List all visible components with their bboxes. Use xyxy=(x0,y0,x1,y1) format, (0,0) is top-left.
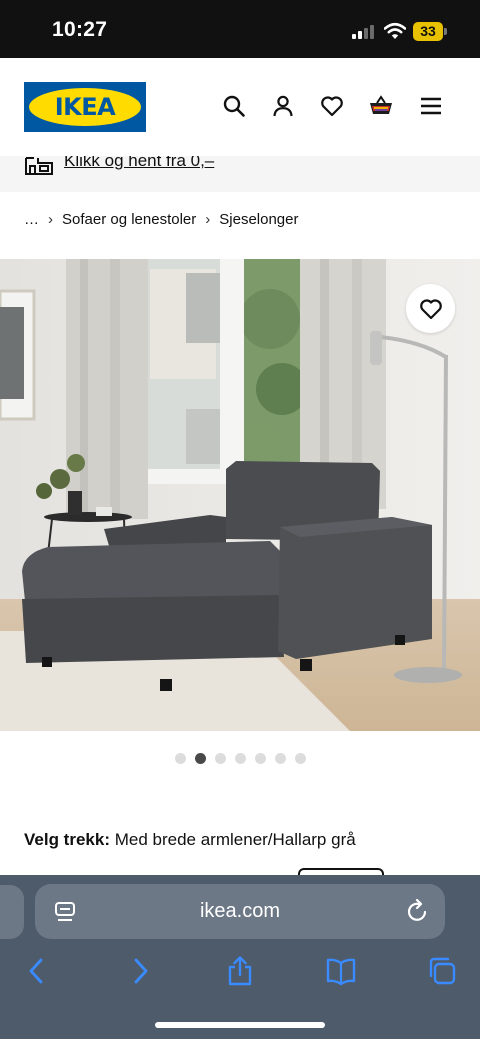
select-cover: Velg trekk: Med brede armlener/Hallarp g… xyxy=(24,830,356,850)
battery-icon: 33 xyxy=(413,22,447,41)
bookmarks-icon[interactable] xyxy=(326,956,356,986)
account-icon[interactable] xyxy=(271,94,295,118)
breadcrumb-ellipsis[interactable]: … xyxy=(24,211,39,228)
share-icon[interactable] xyxy=(225,956,255,986)
back-icon[interactable] xyxy=(22,956,52,986)
url-text[interactable]: ikea.com xyxy=(35,900,445,923)
add-to-favorites-button[interactable] xyxy=(406,284,455,333)
breadcrumb-separator-icon: › xyxy=(48,210,53,228)
address-bar[interactable]: ikea.com xyxy=(35,884,445,939)
cover-value: Med brede armlener/Hallarp grå xyxy=(114,830,356,849)
click-collect-banner[interactable]: Klikk og hent fra 0,– xyxy=(0,156,480,192)
carousel-dot[interactable] xyxy=(215,753,226,764)
carousel-dot[interactable] xyxy=(275,753,286,764)
product-image[interactable] xyxy=(0,259,480,731)
battery-percentage: 33 xyxy=(420,23,436,39)
chaise-longue-photo xyxy=(0,259,480,731)
carousel-dot[interactable] xyxy=(195,753,206,764)
site-header: IKEA xyxy=(0,58,480,156)
favorites-icon[interactable] xyxy=(320,94,344,118)
heart-icon xyxy=(420,299,442,320)
status-bar: 10:27 33 xyxy=(0,0,480,58)
carousel-dot[interactable] xyxy=(175,753,186,764)
forward-icon[interactable] xyxy=(125,956,155,986)
ikea-logo[interactable]: IKEA xyxy=(24,82,146,132)
wifi-icon xyxy=(384,22,406,39)
search-icon[interactable] xyxy=(222,94,246,118)
cart-icon[interactable] xyxy=(369,94,393,118)
clock: 10:27 xyxy=(52,18,108,41)
cellular-signal-icon xyxy=(352,25,374,39)
reload-icon[interactable] xyxy=(407,899,429,923)
browser-toolbar: ikea.com xyxy=(0,875,480,1039)
logo-text: IKEA xyxy=(54,93,116,121)
cover-label: Velg trekk: xyxy=(24,830,110,849)
menu-icon[interactable] xyxy=(419,94,443,118)
breadcrumb-separator-icon: › xyxy=(205,210,211,228)
tabs-icon[interactable] xyxy=(427,956,457,986)
carousel-dot[interactable] xyxy=(295,753,306,764)
screen: { "status_bar": { "time": "10:27", "batt… xyxy=(0,0,480,1039)
carousel-dot[interactable] xyxy=(255,753,266,764)
carousel-dot[interactable] xyxy=(235,753,246,764)
store-icon xyxy=(25,157,53,175)
click-collect-link[interactable]: Klikk og hent fra 0,– xyxy=(64,156,214,171)
breadcrumb-item-sofas[interactable]: Sofaer og lenestoler xyxy=(62,211,196,228)
image-carousel-dots[interactable] xyxy=(175,753,306,764)
breadcrumb-item-chaise-longues[interactable]: Sjeselonger xyxy=(219,211,298,228)
breadcrumb: … › Sofaer og lenestoler › Sjeselonger xyxy=(24,208,298,230)
home-indicator[interactable] xyxy=(155,1022,325,1028)
previous-tab-preview[interactable] xyxy=(0,885,24,939)
